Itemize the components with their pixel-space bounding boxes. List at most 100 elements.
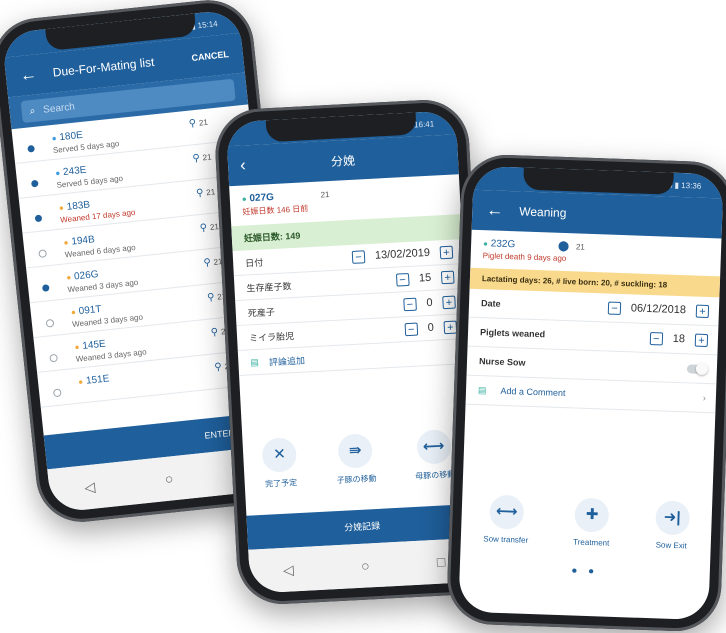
action-label: 母豚の移動 bbox=[415, 469, 456, 481]
nurse-sow-label: Nurse Sow bbox=[478, 356, 526, 368]
selected-dot-icon[interactable] bbox=[30, 179, 39, 188]
action-button[interactable]: ⟷ 母豚の移動 bbox=[413, 429, 456, 482]
search-placeholder: Search bbox=[42, 101, 76, 116]
comment-icon: ▤ bbox=[477, 384, 487, 395]
unselected-dot-icon[interactable] bbox=[49, 353, 59, 363]
action-label: Treatment bbox=[572, 537, 610, 548]
action-icon: ✚ bbox=[574, 497, 610, 533]
date-value[interactable]: 06/12/2018 bbox=[631, 302, 686, 316]
page-title: Due-For-Mating list bbox=[52, 54, 156, 80]
action-label: 完了予定 bbox=[264, 478, 298, 489]
sow-id: ● 151E bbox=[78, 362, 215, 387]
status-dot-icon: ● bbox=[482, 239, 489, 249]
nav-back-icon[interactable]: ◁ bbox=[84, 478, 96, 496]
status-dot-icon: ● bbox=[63, 237, 69, 248]
status-dot-icon: ● bbox=[241, 194, 247, 204]
date-label: Date bbox=[480, 298, 501, 309]
list-item-main: ● 151E bbox=[78, 362, 216, 389]
nav-home-icon[interactable]: ○ bbox=[164, 470, 174, 487]
action-bar: ✕ 完了予定 ⇛ 子豚の移動 ⟷ 母豚の移動 bbox=[242, 428, 474, 491]
sow-id-text: 243E bbox=[62, 164, 87, 179]
sow-pen: ⚲ 21 bbox=[199, 221, 219, 234]
pen-number: 21 bbox=[209, 222, 220, 233]
status-dot-icon: ● bbox=[65, 272, 72, 283]
page-title: Weaning bbox=[519, 204, 567, 221]
field-value[interactable]: 15 bbox=[419, 272, 432, 285]
add-comment-label: Add a Comment bbox=[500, 385, 566, 399]
action-icon: ⟷ bbox=[489, 494, 525, 530]
action-label: Sow Exit bbox=[655, 540, 687, 551]
nav-recents-icon[interactable]: □ bbox=[436, 553, 445, 569]
back-arrow-icon[interactable]: ← bbox=[486, 200, 504, 221]
back-arrow-icon[interactable]: ‹ bbox=[240, 155, 247, 175]
action-icon: ✕ bbox=[261, 437, 298, 473]
piglets-minus-button[interactable]: − bbox=[649, 331, 663, 345]
nav-back-icon[interactable]: ◁ bbox=[283, 561, 295, 579]
action-label: Sow transfer bbox=[483, 534, 529, 545]
status-dot-icon: ● bbox=[51, 133, 57, 144]
action-button[interactable]: ➜| Sow Exit bbox=[654, 500, 690, 550]
piglets-weaned-value[interactable]: 18 bbox=[672, 333, 685, 345]
action-button[interactable]: ⟷ Sow transfer bbox=[483, 494, 530, 545]
screen: 16:41 ‹ 分娩 ● 027G 21 妊娠日数 146 日前 妊娠日数: 1… bbox=[225, 110, 481, 594]
plus-button[interactable]: + bbox=[442, 295, 456, 309]
action-icon: ➜| bbox=[654, 500, 690, 536]
plus-button[interactable]: + bbox=[440, 270, 455, 284]
sow-id-text: 145E bbox=[81, 338, 107, 352]
action-bar: ⟷ Sow transfer ✚ Treatment ➜| Sow Exit bbox=[461, 494, 713, 552]
sow-pen: ⚲ 21 bbox=[196, 186, 216, 199]
sow-id: 232G bbox=[490, 238, 516, 251]
sow-id-text: 183B bbox=[66, 199, 91, 213]
action-button[interactable]: ⇛ 子豚の移動 bbox=[334, 433, 377, 486]
minus-button[interactable]: − bbox=[404, 322, 419, 336]
status-dot-icon: ● bbox=[58, 203, 65, 213]
action-label: 子豚の移動 bbox=[336, 473, 377, 486]
field-value[interactable]: 0 bbox=[426, 297, 433, 309]
page-indicator: ● ● bbox=[571, 565, 599, 578]
field-label: 生存産子数 bbox=[246, 280, 292, 293]
sow-id: 027G bbox=[249, 191, 275, 205]
comment-icon: ▤ bbox=[250, 356, 260, 367]
sow-id-text: 151E bbox=[85, 373, 110, 387]
nav-home-icon[interactable]: ○ bbox=[361, 557, 370, 573]
action-button[interactable]: ✕ 完了予定 bbox=[261, 437, 299, 490]
sow-id-text: 091T bbox=[78, 303, 103, 318]
field-label: ミイラ胎児 bbox=[248, 330, 295, 343]
selected-dot-icon[interactable] bbox=[34, 214, 43, 223]
action-button[interactable]: ✚ Treatment bbox=[572, 497, 611, 548]
location-pin-icon: ⬤ bbox=[557, 240, 570, 253]
chevron-right-icon: › bbox=[702, 392, 707, 404]
selected-dot-icon[interactable] bbox=[27, 144, 35, 153]
piglets-plus-button[interactable]: + bbox=[694, 333, 709, 347]
page-title: 分娩 bbox=[330, 153, 356, 169]
date-minus-button[interactable]: − bbox=[607, 301, 622, 315]
status-dot-icon: ● bbox=[74, 342, 80, 352]
minus-button[interactable]: − bbox=[395, 272, 410, 287]
pen-number: 21 bbox=[202, 152, 212, 163]
farrowing-form: 日付 −13/02/2019 + 生存産子数 −15 + 死産子 −0 + ミイラ胎児 −0 + bbox=[232, 239, 468, 352]
field-label: 日付 bbox=[244, 257, 264, 269]
unselected-dot-icon[interactable] bbox=[45, 318, 55, 328]
nurse-sow-toggle[interactable] bbox=[686, 363, 708, 374]
unselected-dot-icon[interactable] bbox=[52, 388, 62, 398]
cancel-button[interactable]: CANCEL bbox=[191, 49, 229, 63]
sow-pen: ⚲ 21 bbox=[192, 152, 212, 165]
pen-number: 21 bbox=[198, 117, 209, 128]
sow-pen: 21 bbox=[575, 242, 586, 252]
plus-button[interactable]: + bbox=[439, 245, 454, 259]
unselected-dot-icon[interactable] bbox=[38, 249, 48, 259]
back-arrow-icon[interactable]: ← bbox=[19, 64, 38, 86]
field-value[interactable]: 13/02/2019 bbox=[375, 247, 431, 262]
minus-button[interactable]: − bbox=[403, 297, 417, 311]
minus-button[interactable]: − bbox=[351, 249, 366, 264]
field-label: 死産子 bbox=[247, 306, 276, 318]
action-icon: ⟷ bbox=[415, 429, 452, 465]
field-value[interactable]: 0 bbox=[427, 322, 434, 334]
add-comment-label: 評論追加 bbox=[268, 355, 306, 367]
sow-pen: ⚲ 21 bbox=[188, 117, 208, 130]
status-dot-icon: ● bbox=[77, 377, 84, 387]
date-plus-button[interactable]: + bbox=[695, 304, 710, 318]
selected-dot-icon[interactable] bbox=[41, 284, 50, 292]
sow-pen: 21 bbox=[320, 190, 330, 200]
status-dot-icon: ● bbox=[54, 168, 61, 178]
